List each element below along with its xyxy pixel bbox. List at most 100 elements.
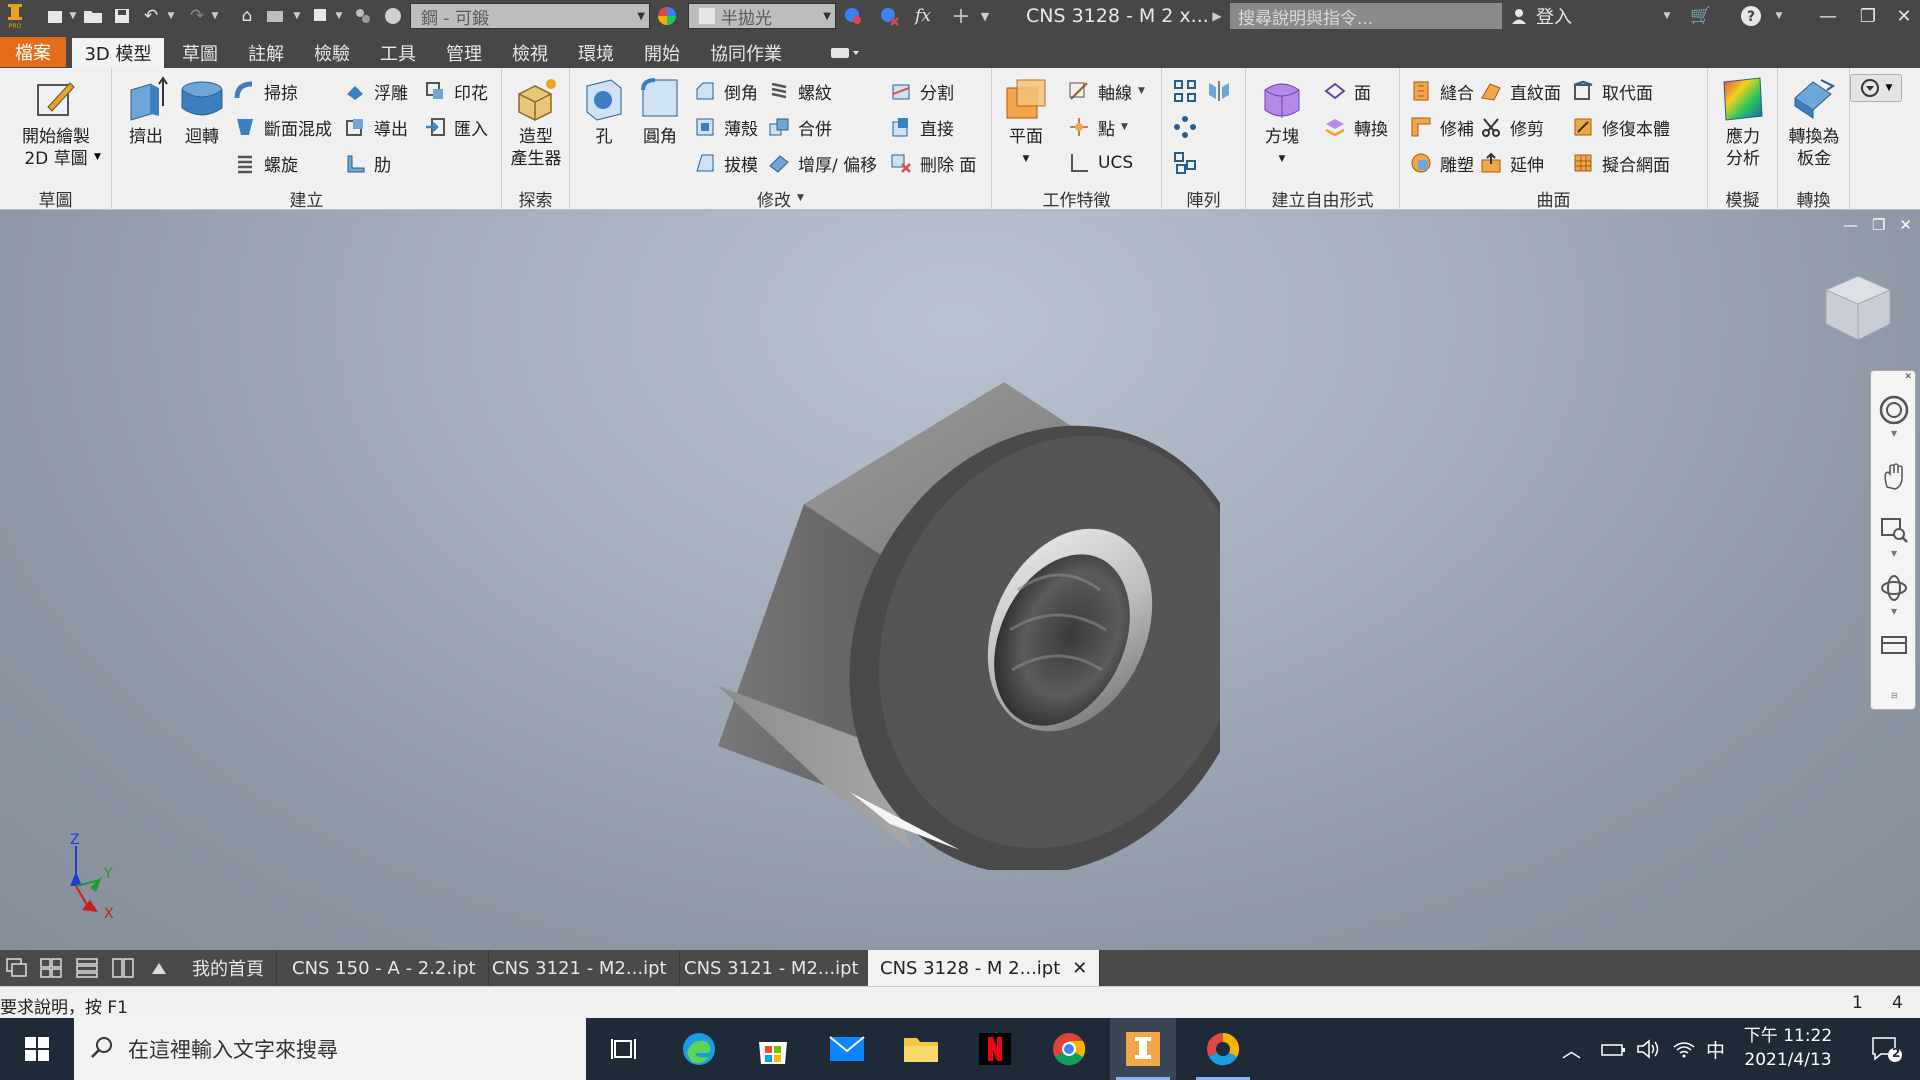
tab-tools[interactable]: 工具 (370, 38, 426, 68)
extrude-button[interactable]: 擠出 (118, 76, 174, 148)
help-icon[interactable]: ? (1738, 0, 1764, 32)
clear-appearance-icon[interactable] (876, 0, 902, 32)
task-view-icon[interactable] (592, 1018, 658, 1080)
ribbon-options-button[interactable]: ▼ (1850, 74, 1902, 102)
tray-wifi-icon[interactable] (1672, 1018, 1696, 1080)
globe-icon[interactable] (380, 0, 406, 32)
tab-sketch[interactable]: 草圖 (172, 38, 228, 68)
mirror-button[interactable] (1206, 76, 1238, 106)
sketch-chevron-down-icon[interactable]: ▼ (94, 152, 101, 162)
user-icon[interactable] (1506, 0, 1532, 32)
tray-chevron-up-icon[interactable]: ︿ (1562, 1018, 1581, 1080)
steering-chevron-icon[interactable]: ▼ (1891, 429, 1897, 438)
edge-browser-icon[interactable] (666, 1018, 732, 1080)
look-at-icon[interactable] (1877, 627, 1911, 661)
doc-tab-my-home[interactable]: 我的首頁 (180, 950, 277, 986)
panel-title-modify[interactable]: 修改 ▼ (570, 186, 991, 211)
doc-tab-cns3121-b[interactable]: CNS 3121 - M2...ipt (672, 950, 872, 986)
freeform-box-button[interactable]: 方塊 ▼ (1252, 76, 1312, 170)
open-documents-up-icon[interactable] (144, 954, 174, 982)
tab-file[interactable]: 檔案 (0, 37, 66, 67)
split-button[interactable]: 分割 (888, 76, 954, 106)
ruled-surface-button[interactable]: 直紋面 (1478, 76, 1561, 106)
tab-3d-model[interactable]: 3D 模型 (72, 38, 164, 68)
tab-collaborate[interactable]: 協同作業 (700, 38, 792, 68)
repair-bodies-button[interactable]: 修復本體 (1570, 112, 1670, 142)
color-wheel-icon[interactable] (654, 0, 680, 32)
patch-button[interactable]: 修補 (1408, 112, 1474, 142)
material-combo[interactable]: 鋼 - 可鍛 ▼ (410, 3, 650, 29)
zoom-chevron-icon[interactable]: ▼ (1891, 549, 1897, 558)
thread-button[interactable]: 螺紋 (766, 76, 832, 106)
trim-surface-button[interactable]: 修剪 (1478, 112, 1544, 142)
draft-button[interactable]: 拔模 (692, 148, 758, 178)
update-icon[interactable] (262, 0, 288, 32)
thicken-offset-button[interactable]: 增厚/ 偏移 (766, 148, 877, 178)
delete-face-button[interactable]: 刪除 面 (888, 148, 976, 178)
customize-toolbar-chevron-icon[interactable]: ▼ (980, 0, 990, 32)
convert-to-sheet-metal-button[interactable]: 轉換為 板金 (1782, 76, 1846, 170)
fit-mesh-face-button[interactable]: 擬合網面 (1570, 148, 1670, 178)
nav-customize-icon[interactable]: ⊟ (1891, 691, 1898, 700)
save-icon[interactable] (109, 0, 135, 32)
freeform-convert-button[interactable]: 轉換 (1322, 112, 1388, 142)
replace-face-button[interactable]: 取代面 (1570, 76, 1653, 106)
coil-button[interactable]: 螺旋 (232, 148, 298, 178)
help-search-input[interactable]: 搜尋說明與指令... (1230, 3, 1502, 29)
pan-hand-icon[interactable] (1877, 459, 1911, 493)
windows-start-icon[interactable] (4, 1018, 70, 1080)
tab-environments[interactable]: 環境 (568, 38, 624, 68)
taskbar-search-box[interactable]: 在這裡輸入文字來搜尋 (74, 1018, 586, 1080)
start-2d-sketch-button[interactable]: 開始繪製 2D 草圖 (10, 76, 102, 170)
axis-button[interactable]: 軸線 ▼ (1066, 76, 1145, 106)
steering-wheel-icon[interactable] (1877, 393, 1911, 427)
tile-windows-icon[interactable] (36, 954, 66, 982)
graphics-viewport[interactable]: — ❐ ✕ ✕ ▼ ▼ ▼ ⊟ Z Y X (0, 210, 1920, 950)
sweep-button[interactable]: 掃掠 (232, 76, 298, 106)
import-button[interactable]: 匯入 (422, 112, 488, 142)
appearance-combo[interactable]: 半拋光 ▼ (688, 3, 836, 29)
viewport-restore-icon[interactable]: ❐ (1872, 216, 1885, 234)
microsoft-store-icon[interactable] (740, 1018, 806, 1080)
freeform-face-button[interactable]: 面 (1322, 76, 1371, 106)
hex-nut-model[interactable] (700, 290, 1220, 870)
tray-battery-icon[interactable] (1600, 1018, 1626, 1080)
parameters-fx-icon[interactable]: fx (910, 0, 936, 32)
title-expand-arrow-icon[interactable]: ▶ (1212, 0, 1222, 32)
tray-volume-icon[interactable] (1636, 1018, 1660, 1080)
mail-icon[interactable] (814, 1018, 880, 1080)
doc-tab-cns3128[interactable]: CNS 3128 - M 2...ipt ✕ (868, 950, 1101, 986)
tab-manage[interactable]: 管理 (436, 38, 492, 68)
action-center-icon[interactable]: 2 (1866, 1018, 1908, 1080)
stress-analysis-button[interactable]: 應力 分析 (1712, 76, 1774, 170)
loft-button[interactable]: 斷面混成 (232, 112, 332, 142)
tile-horizontal-icon[interactable] (72, 954, 102, 982)
chrome-icon[interactable] (1036, 1018, 1102, 1080)
viewport-minimize-icon[interactable]: — (1843, 216, 1858, 234)
update-dropdown-chevron-icon[interactable]: ▼ (292, 0, 302, 32)
revolve-button[interactable]: 迴轉 (174, 76, 230, 148)
nav-bar-close-icon[interactable]: ✕ (1904, 372, 1912, 382)
plus-icon[interactable]: + (948, 0, 974, 32)
file-explorer-icon[interactable] (888, 1018, 954, 1080)
point-button[interactable]: 點 ▼ (1066, 112, 1128, 142)
minimize-icon[interactable]: — (1808, 0, 1848, 32)
sign-in-link[interactable]: 登入 (1536, 0, 1572, 32)
tab-view[interactable]: 檢視 (502, 38, 558, 68)
sign-in-chevron-icon[interactable]: ▼ (1662, 0, 1672, 32)
combine-button[interactable]: 合併 (766, 112, 832, 142)
open-folder-icon[interactable] (80, 0, 106, 32)
tab-annotate[interactable]: 註解 (238, 38, 294, 68)
tile-vertical-icon[interactable] (108, 954, 138, 982)
extend-surface-button[interactable]: 延伸 (1478, 148, 1544, 178)
doc-tab-cns150[interactable]: CNS 150 - A - 2.2.ipt (280, 950, 489, 986)
shell-button[interactable]: 薄殼 (692, 112, 758, 142)
ribbon-display-toggle-icon[interactable] (822, 38, 868, 68)
sculpt-button[interactable]: 雕塑 (1408, 148, 1474, 178)
orbit-icon[interactable] (1877, 571, 1911, 605)
ucs-button[interactable]: UCS (1066, 148, 1133, 178)
redo-dropdown-chevron-icon[interactable]: ▼ (210, 0, 220, 32)
rectangular-pattern-button[interactable] (1172, 76, 1204, 106)
close-icon[interactable]: ✕ (1884, 0, 1920, 32)
sketch-driven-pattern-button[interactable] (1172, 148, 1204, 178)
